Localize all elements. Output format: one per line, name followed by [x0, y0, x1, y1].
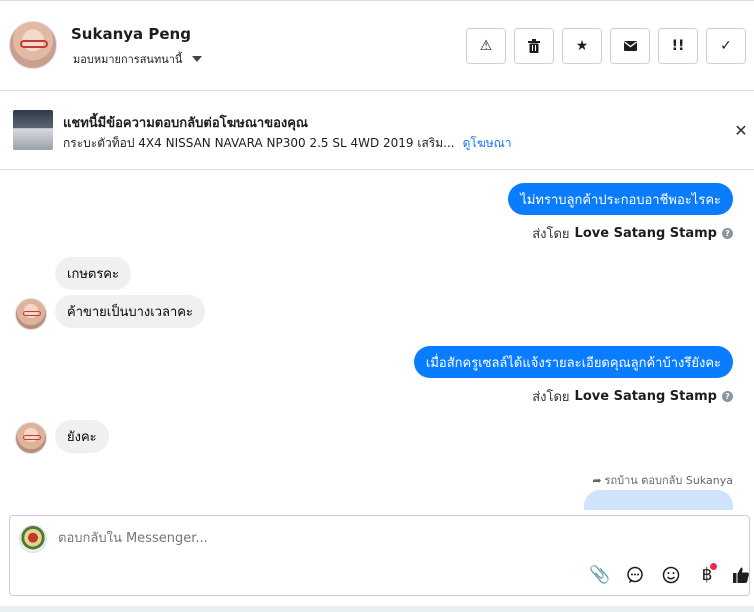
payment-icon[interactable]: ฿ [696, 563, 718, 586]
contact-avatar[interactable] [9, 21, 57, 69]
sent-by-label: ส่งโดย Love Satang Stamp ? [532, 386, 733, 407]
help-icon[interactable]: ? [722, 228, 733, 239]
warning-icon: ⚠ [479, 38, 493, 54]
message-incoming[interactable]: เกษตรคะ [55, 257, 131, 290]
sender-name: Love Satang Stamp [574, 389, 717, 404]
delete-button[interactable] [514, 28, 554, 64]
message-incoming[interactable]: ค้าขายเป็นบางเวลาคะ [55, 295, 205, 328]
star-button[interactable]: ★ [562, 28, 602, 64]
ad-banner-subtitle: กระบะตัวท็อป 4X4 NISSAN NAVARA NP300 2.5… [63, 134, 512, 153]
thumbs-up-icon [733, 567, 749, 583]
reply-note: ➦ รถบ้าน ตอบกลับ Sukanya [592, 471, 733, 489]
chevron-down-icon [192, 56, 203, 62]
priority-icon: !! [671, 38, 685, 54]
contact-name[interactable]: Sukanya Peng [71, 25, 191, 43]
help-icon[interactable]: ? [722, 391, 733, 402]
assign-label: มอบหมายการสนทนานี้ [73, 53, 183, 66]
contact-avatar-small[interactable] [15, 298, 47, 330]
smiley-icon [662, 566, 680, 584]
reply-arrow-icon: ➦ [592, 473, 602, 487]
sent-by-prefix: ส่งโดย [532, 390, 570, 405]
trash-icon [528, 39, 540, 53]
contact-avatar-small[interactable] [15, 422, 47, 454]
page-avatar [19, 525, 47, 553]
message-outgoing-partial[interactable] [584, 490, 733, 510]
emoji-icon[interactable] [660, 564, 682, 586]
bottom-strip [0, 606, 754, 612]
close-icon[interactable]: ✕ [733, 121, 749, 140]
follow-up-button[interactable]: !! [658, 28, 698, 64]
checkmark-icon: ✓ [720, 38, 732, 54]
ad-reply-banner: แชทนี้มีข้อความตอบกลับต่อโฆษณาของคุณ กระ… [0, 92, 754, 170]
message-outgoing[interactable]: ไม่ทราบลูกค้าประกอบอาชีพอะไรคะ [508, 183, 733, 215]
like-icon[interactable] [730, 564, 752, 586]
message-outgoing[interactable]: เมื่อสักครูเซลล์ได้แจ้งรายละเอียดคุณลูกค… [413, 346, 733, 378]
done-button[interactable]: ✓ [706, 28, 746, 64]
reply-note-text: รถบ้าน ตอบกลับ Sukanya [604, 474, 733, 487]
envelope-icon [623, 41, 637, 51]
message-composer: 📎 ฿ [9, 515, 750, 596]
view-ad-link[interactable]: ดูโฆษณา [463, 136, 512, 150]
chat-bubble-icon [627, 566, 643, 583]
notification-dot [710, 563, 717, 570]
ad-banner-title: แชทนี้มีข้อความตอบกลับต่อโฆษณาของคุณ [63, 116, 308, 131]
message-incoming[interactable]: ยังคะ [55, 420, 109, 453]
attachment-icon[interactable]: 📎 [589, 564, 611, 586]
reply-input[interactable] [58, 531, 558, 546]
ad-description: กระบะตัวท็อป 4X4 NISSAN NAVARA NP300 2.5… [63, 136, 455, 150]
sent-by-prefix: ส่งโดย [532, 227, 570, 242]
spam-button[interactable]: ⚠ [466, 28, 506, 64]
ad-thumbnail[interactable] [13, 110, 53, 150]
saved-replies-icon[interactable] [624, 564, 646, 586]
assign-conversation-dropdown[interactable]: มอบหมายการสนทนานี้ [73, 50, 203, 68]
mark-unread-button[interactable] [610, 28, 650, 64]
conversation-header: Sukanya Peng มอบหมายการสนทนานี้ ⚠ ★ !! ✓ [0, 0, 754, 91]
sender-name: Love Satang Stamp [574, 226, 717, 241]
star-icon: ★ [575, 38, 589, 54]
sent-by-label: ส่งโดย Love Satang Stamp ? [532, 223, 733, 244]
